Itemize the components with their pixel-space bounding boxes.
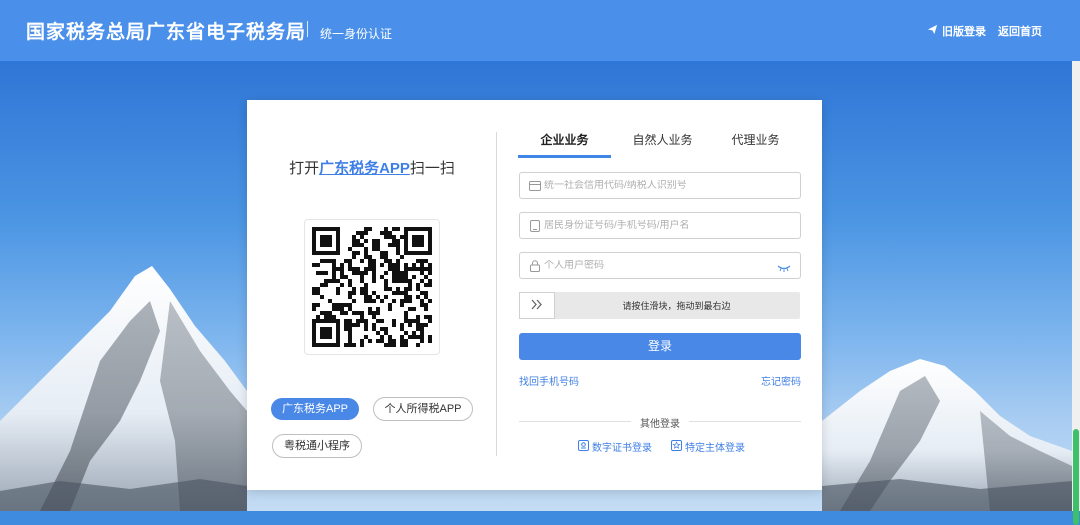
other-login-label: 其他登录 <box>640 419 680 430</box>
card-icon <box>528 179 541 192</box>
certificate-icon <box>578 439 589 454</box>
badge-icon <box>671 439 682 454</box>
password-input[interactable] <box>544 260 764 271</box>
credit-code-field <box>519 172 801 199</box>
tab-agent[interactable]: 代理业务 <box>709 130 802 158</box>
qr-title-prefix: 打开 <box>289 160 320 177</box>
personal-tax-app-button[interactable]: 个人所得税APP <box>373 397 473 421</box>
slider-hint: 请按住滑块，拖动到最右边 <box>622 301 731 311</box>
login-card: 打开广东税务APP扫一扫 广东税务APP 个人所得税APP 粤税通小程序 企业业… <box>247 100 822 490</box>
card-divider <box>496 132 497 456</box>
entity-login-link[interactable]: 特定主体登录 <box>671 439 745 454</box>
mini-program-button[interactable]: 粤税通小程序 <box>272 434 362 458</box>
gd-tax-app-button[interactable]: 广东税务APP <box>271 398 359 420</box>
home-label: 返回首页 <box>998 26 1042 38</box>
entity-login-label: 特定主体登录 <box>685 443 745 454</box>
title-separator <box>307 21 308 37</box>
active-tab-indicator <box>518 155 611 158</box>
double-chevron-right-icon <box>531 297 543 315</box>
other-login-divider: 其他登录 <box>519 415 801 430</box>
qr-code-box <box>304 219 440 355</box>
lock-icon <box>528 259 541 272</box>
site-title: 国家税务总局广东省电子税务局 <box>26 22 307 43</box>
phone-icon <box>528 219 541 232</box>
old-login-label: 旧版登录 <box>942 26 986 38</box>
cert-login-label: 数字证书登录 <box>592 443 652 454</box>
id-input[interactable] <box>544 220 764 231</box>
qr-title-brand[interactable]: 广东税务APP <box>319 160 410 177</box>
id-field <box>519 212 801 239</box>
credit-code-input[interactable] <box>544 180 764 191</box>
eye-closed-icon[interactable] <box>777 260 791 272</box>
password-field <box>519 252 801 279</box>
retrieve-phone-link[interactable]: 找回手机号码 <box>519 373 579 388</box>
tab-natural-person[interactable]: 自然人业务 <box>616 130 709 158</box>
top-header: 国家税务总局广东省电子税务局 统一身份认证 旧版登录 返回首页 <box>0 0 1080 61</box>
forgot-password-link[interactable]: 忘记密码 <box>761 373 801 388</box>
home-link[interactable]: 返回首页 <box>998 23 1042 39</box>
send-icon <box>927 24 938 38</box>
qr-code <box>312 227 432 347</box>
site-subtitle: 统一身份认证 <box>320 27 393 41</box>
captcha-slider: 请按住滑块，拖动到最右边 <box>519 292 800 319</box>
slider-handle[interactable] <box>519 292 555 319</box>
cert-login-link[interactable]: 数字证书登录 <box>578 439 652 454</box>
qr-title: 打开广东税务APP扫一扫 <box>247 157 497 178</box>
page-scrollbar[interactable] <box>1072 61 1080 525</box>
qr-title-suffix: 扫一扫 <box>409 160 455 177</box>
old-login-link[interactable]: 旧版登录 <box>927 23 986 39</box>
header-nav: 旧版登录 返回首页 <box>927 23 1042 39</box>
login-button[interactable]: 登录 <box>519 333 801 360</box>
business-tabs: 企业业务 自然人业务 代理业务 <box>518 130 802 158</box>
tab-enterprise[interactable]: 企业业务 <box>518 130 611 158</box>
